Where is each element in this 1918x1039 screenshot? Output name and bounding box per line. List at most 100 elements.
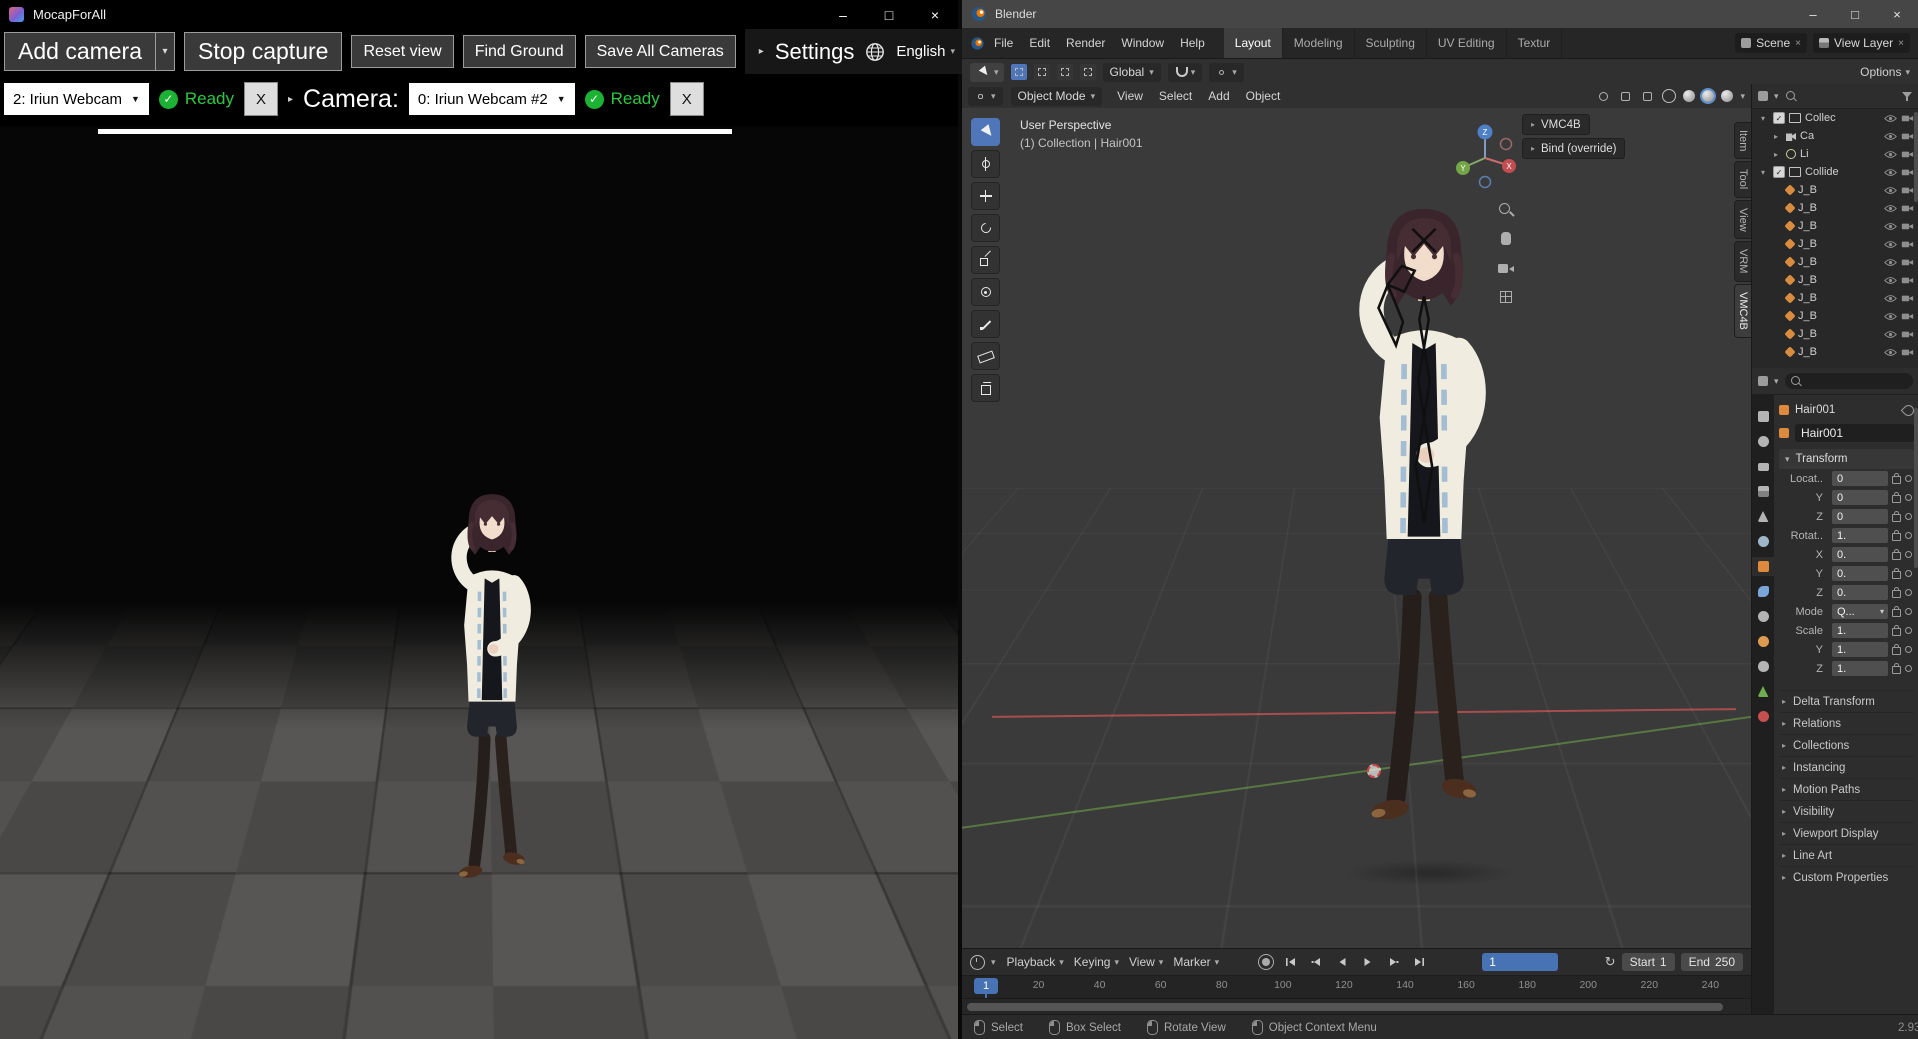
outliner-row[interactable]: ▾ Collec bbox=[1752, 109, 1918, 127]
properties-tab[interactable] bbox=[1752, 407, 1774, 426]
camera-icon[interactable] bbox=[1901, 329, 1914, 339]
lock-icon[interactable] bbox=[1892, 552, 1901, 560]
animate-decorator-icon[interactable] bbox=[1905, 494, 1912, 501]
camera-icon[interactable] bbox=[1901, 257, 1914, 267]
settings-button[interactable]: Settings bbox=[775, 39, 855, 65]
stop-capture-button[interactable]: Stop capture bbox=[184, 32, 342, 71]
properties-tab[interactable] bbox=[1752, 682, 1774, 701]
sidebar-tab[interactable]: Item bbox=[1734, 122, 1751, 159]
proportional-editing-select[interactable]: ▾ bbox=[1209, 63, 1244, 82]
settings-expander-icon[interactable]: ▸ bbox=[759, 46, 764, 57]
outliner-row[interactable]: J_B bbox=[1752, 235, 1918, 253]
viewport-tool-button[interactable] bbox=[971, 214, 1000, 242]
lock-icon[interactable] bbox=[1892, 647, 1901, 655]
chevron-down-icon[interactable]: ▾ bbox=[991, 957, 996, 968]
select-mode-box[interactable] bbox=[1034, 64, 1050, 80]
outliner-row[interactable]: ▸ Li bbox=[1752, 145, 1918, 163]
animate-decorator-icon[interactable] bbox=[1905, 665, 1912, 672]
properties-editor-icon[interactable] bbox=[1758, 376, 1768, 386]
xray-toggle-icon[interactable] bbox=[1640, 89, 1655, 104]
camera-icon[interactable] bbox=[1901, 203, 1914, 213]
lock-icon[interactable] bbox=[1892, 476, 1901, 484]
transform-value-field[interactable]: 1. bbox=[1832, 642, 1888, 657]
add-camera-button[interactable]: Add camera bbox=[4, 32, 156, 71]
ortho-toggle-icon[interactable] bbox=[1496, 287, 1516, 307]
search-icon[interactable] bbox=[1785, 90, 1797, 102]
playhead[interactable]: 1 bbox=[974, 978, 998, 994]
transform-orientation-select[interactable]: Global ▾ bbox=[1103, 63, 1161, 82]
outliner-row[interactable]: J_B bbox=[1752, 307, 1918, 325]
shading-material-icon[interactable] bbox=[1702, 90, 1714, 102]
properties-tab[interactable] bbox=[1752, 557, 1774, 576]
transform-value-field[interactable]: 1. bbox=[1832, 528, 1888, 543]
play-reverse-button[interactable] bbox=[1332, 953, 1352, 971]
timeline-menu-item[interactable]: Keying▾ bbox=[1069, 955, 1124, 969]
collapsed-section[interactable]: ▸ Motion Paths bbox=[1779, 778, 1914, 800]
properties-tab[interactable] bbox=[1752, 582, 1774, 601]
eye-icon[interactable] bbox=[1884, 294, 1897, 303]
expand-arrow-icon[interactable]: ▾ bbox=[1761, 114, 1769, 123]
maximize-button[interactable]: □ bbox=[1834, 0, 1876, 28]
character-model[interactable] bbox=[1284, 196, 1564, 896]
collapsed-section[interactable]: ▸ Visibility bbox=[1779, 800, 1914, 822]
properties-search-input[interactable] bbox=[1785, 373, 1913, 389]
language-select[interactable]: English ▾ bbox=[896, 43, 955, 60]
viewport-menu-item[interactable]: Add bbox=[1201, 86, 1236, 106]
save-all-cameras-button[interactable]: Save All Cameras bbox=[585, 35, 736, 68]
reset-view-button[interactable]: Reset view bbox=[351, 35, 453, 68]
scene-selector[interactable]: Scene × bbox=[1735, 33, 1807, 53]
shading-dropdown-icon[interactable]: ▾ bbox=[1740, 91, 1745, 102]
camera-view-icon[interactable] bbox=[1496, 258, 1516, 278]
transform-value-field[interactable]: 1. bbox=[1832, 623, 1888, 638]
workspace-tab[interactable]: Layout bbox=[1224, 28, 1283, 58]
sidebar-tab[interactable]: VRM bbox=[1734, 241, 1751, 281]
eye-icon[interactable] bbox=[1884, 240, 1897, 249]
viewport-tool-button[interactable] bbox=[971, 374, 1000, 402]
animate-decorator-icon[interactable] bbox=[1905, 589, 1912, 596]
camera-icon[interactable] bbox=[1901, 275, 1914, 285]
workspace-tab[interactable]: Sculpting bbox=[1355, 28, 1427, 58]
mode-select[interactable]: Object Mode ▾ bbox=[1011, 87, 1103, 106]
close-button[interactable]: × bbox=[1876, 0, 1918, 28]
properties-tab[interactable] bbox=[1752, 707, 1774, 726]
outliner-row[interactable]: J_B bbox=[1752, 289, 1918, 307]
eye-icon[interactable] bbox=[1884, 150, 1897, 159]
sidebar-tab[interactable]: VMC4B bbox=[1734, 284, 1751, 338]
lock-icon[interactable] bbox=[1892, 514, 1901, 522]
properties-tab[interactable] bbox=[1752, 432, 1774, 451]
animate-decorator-icon[interactable] bbox=[1905, 475, 1912, 482]
properties-tab[interactable] bbox=[1752, 532, 1774, 551]
outliner-row[interactable]: J_B bbox=[1752, 181, 1918, 199]
prev-keyframe-button[interactable] bbox=[1306, 953, 1326, 971]
lock-icon[interactable] bbox=[1892, 609, 1901, 617]
timeline-menu-item[interactable]: Marker▾ bbox=[1168, 955, 1224, 969]
camera-icon[interactable] bbox=[1901, 131, 1914, 141]
expand-arrow-icon[interactable]: ▾ bbox=[1761, 168, 1769, 177]
lock-icon[interactable] bbox=[1892, 666, 1901, 674]
workspace-tab[interactable]: Textur bbox=[1507, 28, 1563, 58]
eye-icon[interactable] bbox=[1884, 348, 1897, 357]
viewport-tool-button[interactable] bbox=[971, 150, 1000, 178]
transform-value-field[interactable]: 0 bbox=[1832, 471, 1888, 486]
shading-solid-icon[interactable] bbox=[1683, 90, 1695, 102]
properties-scrollbar[interactable] bbox=[1914, 408, 1918, 568]
sync-icon[interactable]: ↻ bbox=[1605, 954, 1616, 970]
workspace-tab[interactable]: UV Editing bbox=[1427, 28, 1507, 58]
minimize-button[interactable]: – bbox=[1792, 0, 1834, 28]
timeline-scrollbar[interactable] bbox=[962, 998, 1751, 1015]
transform-value-field[interactable]: 0 bbox=[1832, 509, 1888, 524]
viewport-tool-button[interactable] bbox=[971, 342, 1000, 370]
timeline-editor-icon[interactable] bbox=[970, 955, 985, 970]
camera-icon[interactable] bbox=[1901, 113, 1914, 123]
camera-expander-icon[interactable]: ▸ bbox=[288, 94, 293, 105]
viewport-tool-button[interactable] bbox=[971, 278, 1000, 306]
collection-checkbox[interactable] bbox=[1773, 112, 1785, 124]
expand-arrow-icon[interactable]: ▸ bbox=[1774, 150, 1782, 159]
object-name-field[interactable]: Hair001 bbox=[1795, 424, 1914, 442]
properties-tab[interactable] bbox=[1752, 457, 1774, 476]
timeline-menu-item[interactable]: Playback▾ bbox=[1002, 955, 1069, 969]
camera-2-remove-button[interactable]: X bbox=[670, 82, 704, 116]
navigation-gizmo[interactable]: Z X Y bbox=[1449, 122, 1521, 194]
transform-value-field[interactable]: Q... bbox=[1832, 604, 1888, 619]
play-button[interactable] bbox=[1358, 953, 1378, 971]
